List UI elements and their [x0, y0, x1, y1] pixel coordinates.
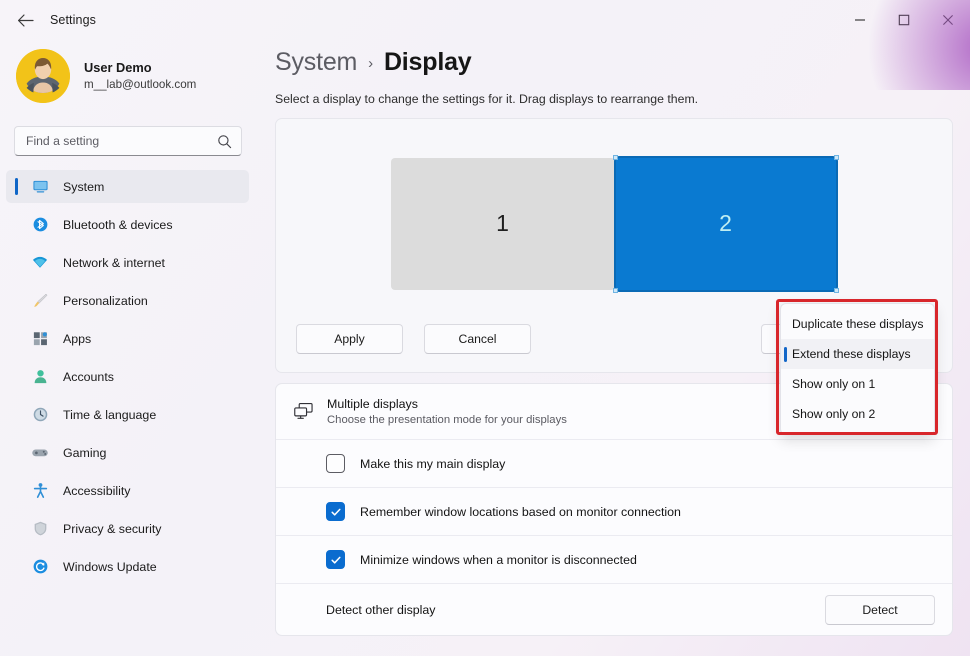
sidebar-item-system[interactable]: System — [6, 170, 249, 203]
dropdown-option-extend[interactable]: Extend these displays — [781, 339, 934, 369]
resize-handle-top-right[interactable] — [834, 155, 839, 160]
avatar — [16, 49, 70, 103]
minimize-icon — [854, 14, 866, 26]
sidebar-item-bluetooth-devices[interactable]: Bluetooth & devices — [6, 208, 249, 241]
display-1[interactable]: 1 — [391, 158, 615, 290]
sidebar-item-gaming[interactable]: Gaming — [6, 436, 249, 469]
sidebar-item-label: Gaming — [63, 446, 106, 460]
multiple-displays-title: Multiple displays — [327, 397, 567, 411]
sidebar-item-accessibility[interactable]: Accessibility — [6, 474, 249, 507]
multiple-displays-dropdown[interactable]: Duplicate these displays Extend these di… — [780, 303, 935, 435]
page-subtitle: Select a display to change the settings … — [275, 92, 970, 106]
close-button[interactable] — [926, 0, 970, 40]
bluetooth-icon — [30, 215, 50, 235]
search-input[interactable] — [26, 134, 217, 148]
detect-other-display-row: Detect other display Detect — [276, 583, 952, 635]
sidebar: User Demo m__lab@outlook.com System — [0, 40, 258, 656]
user-avatar-icon — [16, 49, 70, 103]
dropdown-option-label: Show only on 1 — [792, 377, 875, 391]
window-title: Settings — [50, 13, 96, 27]
sidebar-item-accounts[interactable]: Accounts — [6, 360, 249, 393]
checkbox-label: Minimize windows when a monitor is disco… — [360, 553, 637, 567]
sidebar-item-privacy-security[interactable]: Privacy & security — [6, 512, 249, 545]
profile-name: User Demo — [84, 60, 196, 76]
person-icon — [30, 367, 50, 387]
checkbox-row-minimize-windows[interactable]: Minimize windows when a monitor is disco… — [276, 535, 952, 583]
close-icon — [942, 14, 954, 26]
search-box[interactable] — [14, 126, 242, 156]
monitor-icon — [30, 177, 50, 197]
resize-handle-top-left[interactable] — [613, 155, 618, 160]
checkbox-label: Remember window locations based on monit… — [360, 505, 681, 519]
checkbox-row-main-display[interactable]: Make this my main display — [276, 439, 952, 487]
checkbox-minimize-windows[interactable] — [326, 550, 345, 569]
display-2-label: 2 — [719, 210, 732, 237]
sidebar-item-label: Accessibility — [63, 484, 130, 498]
sidebar-item-label: Personalization — [63, 294, 148, 308]
arrow-left-icon — [17, 13, 34, 28]
display-2[interactable]: 2 — [614, 156, 838, 292]
sidebar-item-label: Apps — [63, 332, 91, 346]
multiple-displays-subtitle: Choose the presentation mode for your di… — [327, 414, 567, 426]
sidebar-item-time-language[interactable]: Time & language — [6, 398, 249, 431]
check-icon — [330, 506, 342, 518]
cancel-button[interactable]: Cancel — [424, 324, 531, 354]
apply-button[interactable]: Apply — [296, 324, 403, 354]
resize-handle-bottom-left[interactable] — [613, 288, 618, 293]
wifi-icon — [30, 253, 50, 273]
maximize-icon — [898, 14, 910, 26]
checkbox-remember-window-locations[interactable] — [326, 502, 345, 521]
back-button[interactable] — [8, 5, 42, 35]
gamepad-icon — [30, 443, 50, 463]
breadcrumb: System › Display — [275, 48, 970, 77]
search-icon — [217, 134, 232, 149]
profile-info: User Demo m__lab@outlook.com — [84, 60, 196, 92]
sidebar-item-label: System — [63, 180, 104, 194]
settings-window: Settings — [0, 0, 970, 656]
sidebar-item-apps[interactable]: Apps — [6, 322, 249, 355]
sidebar-item-label: Bluetooth & devices — [63, 218, 173, 232]
title-bar: Settings — [0, 0, 970, 40]
sidebar-nav: System Bluetooth & devices Network & int… — [0, 170, 258, 583]
sidebar-item-network-internet[interactable]: Network & internet — [6, 246, 249, 279]
minimize-button[interactable] — [838, 0, 882, 40]
sidebar-item-label: Windows Update — [63, 560, 157, 574]
detect-button[interactable]: Detect — [825, 595, 935, 625]
checkbox-make-main-display[interactable] — [326, 454, 345, 473]
dropdown-option-show-only-1[interactable]: Show only on 1 — [781, 369, 934, 399]
shield-icon — [30, 519, 50, 539]
dropdown-option-duplicate[interactable]: Duplicate these displays — [781, 309, 934, 339]
sidebar-item-label: Time & language — [63, 408, 156, 422]
apps-icon — [30, 329, 50, 349]
chevron-right-icon: › — [368, 55, 373, 72]
window-controls — [838, 0, 970, 40]
check-icon — [330, 554, 342, 566]
profile-card[interactable]: User Demo m__lab@outlook.com — [0, 40, 258, 103]
resize-handle-bottom-right[interactable] — [834, 288, 839, 293]
multiple-displays-icon — [293, 402, 327, 421]
dropdown-option-show-only-2[interactable]: Show only on 2 — [781, 399, 934, 429]
multiple-displays-text: Multiple displays Choose the presentatio… — [327, 397, 567, 426]
detect-other-display-label: Detect other display — [326, 603, 436, 617]
sidebar-item-windows-update[interactable]: Windows Update — [6, 550, 249, 583]
page-title: Display — [384, 48, 472, 77]
maximize-button[interactable] — [882, 0, 926, 40]
clock-icon — [30, 405, 50, 425]
dropdown-option-label: Extend these displays — [792, 347, 911, 361]
update-icon — [30, 557, 50, 577]
checkbox-row-remember-locations[interactable]: Remember window locations based on monit… — [276, 487, 952, 535]
checkbox-label: Make this my main display — [360, 457, 505, 471]
display-1-label: 1 — [496, 210, 509, 237]
dropdown-option-label: Duplicate these displays — [792, 317, 923, 331]
sidebar-item-label: Network & internet — [63, 256, 165, 270]
sidebar-item-label: Accounts — [63, 370, 114, 384]
sidebar-item-label: Privacy & security — [63, 522, 161, 536]
profile-email: m__lab@outlook.com — [84, 78, 196, 92]
accessibility-icon — [30, 481, 50, 501]
display-preview[interactable]: 1 2 — [276, 119, 952, 324]
breadcrumb-parent[interactable]: System — [275, 48, 357, 77]
dropdown-option-label: Show only on 2 — [792, 407, 875, 421]
brush-icon — [30, 291, 50, 311]
sidebar-item-personalization[interactable]: Personalization — [6, 284, 249, 317]
